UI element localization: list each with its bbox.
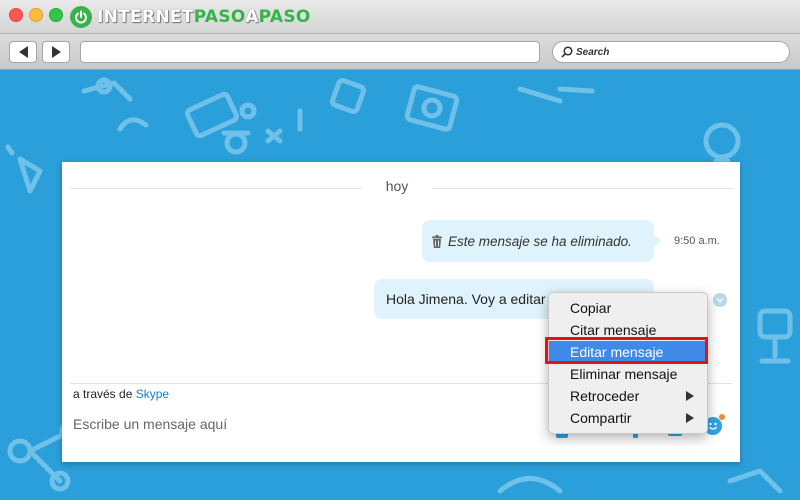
chevron-down-icon [716,297,724,303]
submenu-arrow-icon [686,413,694,423]
menu-item-retroceder[interactable]: Retroceder [549,385,707,407]
minimize-window-button[interactable] [29,8,43,22]
menu-item-label: Retroceder [570,388,640,404]
via-label: a través de Skype [73,387,170,401]
browser-toolbar: Search [0,34,800,70]
message-timestamp: 9:50 a.m. [674,235,720,247]
menu-item-eliminar-mensaje[interactable]: Eliminar mensaje [549,363,707,385]
title-bar: INTERNETPASOAPASO [0,0,800,34]
message-text: Hola Jimena. Voy a editar [386,291,546,307]
logo-text: INTERNETPASOAPASO [97,7,311,27]
forward-arrow-icon [51,46,61,58]
search-placeholder: Search [576,46,610,58]
close-window-button[interactable] [9,8,23,22]
back-arrow-icon [18,46,28,58]
message-input[interactable] [73,416,543,432]
zoom-window-button[interactable] [49,8,63,22]
message-options-button[interactable] [713,293,727,307]
search-icon [561,46,573,58]
menu-item-compartir[interactable]: Compartir [549,407,707,429]
submenu-arrow-icon [686,391,694,401]
day-label: hoy [362,178,432,194]
search-field[interactable]: Search [552,41,790,63]
skype-link[interactable]: Skype [136,387,169,401]
trash-icon [432,234,442,248]
smiley-icon [708,422,718,430]
deleted-message-bubble[interactable]: Este mensaje se ha eliminado. [422,220,661,262]
back-button[interactable] [9,41,37,63]
highlight-annotation [545,337,708,364]
site-logo: INTERNETPASOAPASO [70,5,311,29]
forward-button[interactable] [42,41,70,63]
power-icon [70,6,92,28]
deleted-message-text: Este mensaje se ha eliminado. [448,233,632,249]
menu-item-copiar[interactable]: Copiar [549,297,707,319]
menu-item-label: Compartir [570,410,632,426]
url-bar[interactable] [80,41,540,63]
